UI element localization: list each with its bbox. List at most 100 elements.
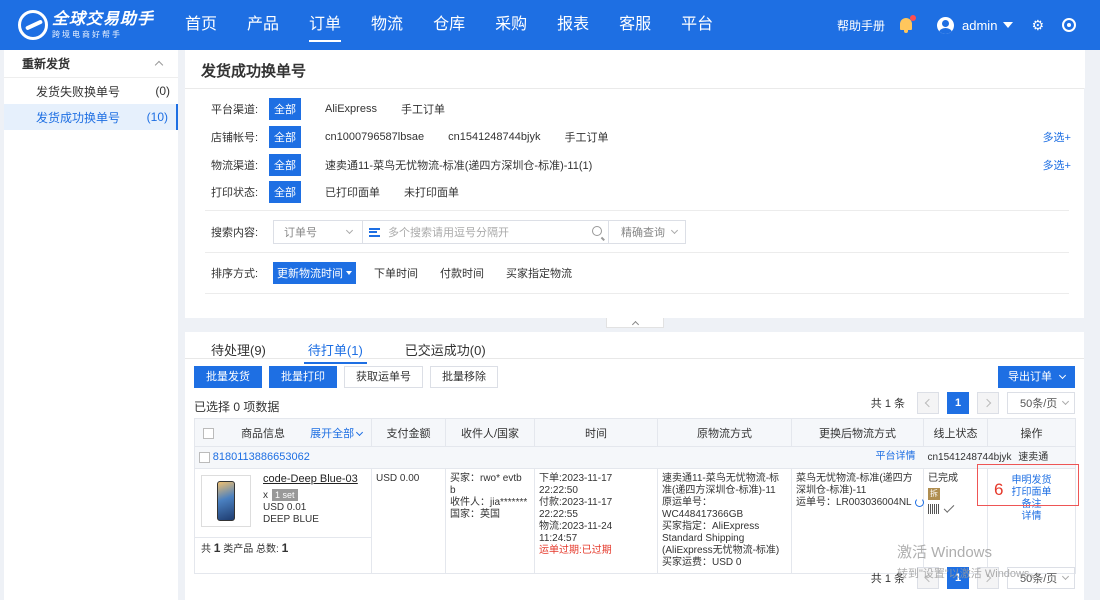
filter-chip-all[interactable]: 全部 <box>269 181 301 203</box>
filter-chip-logistics[interactable]: 速卖通11-菜鸟无忧物流-标准(递四方深圳仓-标准)-11(1) <box>325 157 592 173</box>
filter-chip-printed[interactable]: 已打印面单 <box>325 184 380 200</box>
refresh-icon[interactable] <box>914 497 924 507</box>
sidebar: 重新发货 发货失败换单号 (0) 发货成功换单号 (10) <box>4 50 178 600</box>
order-shop: cn1541248744bjyk <box>927 451 1012 463</box>
buyer-specified-logistics: 买家指定：AliExpress Standard Shipping (AliEx… <box>662 521 780 556</box>
export-orders-button[interactable]: 导出订单 <box>998 366 1075 388</box>
product-thumbnail[interactable] <box>201 475 251 527</box>
nav-customer-service[interactable]: 客服 <box>604 0 666 50</box>
search-type-select[interactable]: 订单号 <box>273 220 363 244</box>
filter-chip-manual[interactable]: 手工订单 <box>401 101 445 117</box>
search-type-value: 订单号 <box>284 227 317 239</box>
barcode-icon[interactable] <box>928 504 940 514</box>
divider <box>205 293 1069 294</box>
search-icon[interactable] <box>592 226 602 236</box>
product-price: USD 0.01 <box>263 502 307 513</box>
total-count: 共 1 条 <box>870 398 905 410</box>
get-tracking-button[interactable]: 获取运单号 <box>344 366 423 388</box>
filter-chip-shop-2[interactable]: cn1541248744bjyk <box>448 131 540 143</box>
detail-link[interactable]: 详情 <box>992 511 1071 523</box>
divider <box>205 210 1069 211</box>
filter-chip-not-printed[interactable]: 未打印面单 <box>404 184 459 200</box>
product-code-link[interactable]: code-Deep Blue-03 <box>263 473 358 485</box>
filter-row-platform: 平台渠道: 全部 AliExpress 手工订单 <box>211 98 1071 120</box>
table-header: 商品信息 展开全部 支付金额 收件人/国家 时间 原物流方式 更换后物流方式 线… <box>194 418 1076 447</box>
batch-ship-button[interactable]: 批量发货 <box>194 366 262 388</box>
nav-logistics[interactable]: 物流 <box>356 0 418 50</box>
batch-remove-button[interactable]: 批量移除 <box>430 366 498 388</box>
order-number-link[interactable]: 8180113886653062 <box>213 451 310 463</box>
bell-icon[interactable] <box>899 15 917 33</box>
qty-badge: 1 set <box>272 489 298 501</box>
nav-reports[interactable]: 报表 <box>542 0 604 50</box>
declare-ship-link[interactable]: 申明发货 <box>992 475 1071 487</box>
search-input[interactable]: 多个搜索请用逗号分隔开 <box>363 220 609 244</box>
match-mode-value: 精确查询 <box>621 227 665 239</box>
sort-order-time[interactable]: 下单时间 <box>374 265 418 281</box>
watermark-line-2: 转到"设置"以激活 Windows。 <box>897 568 1041 580</box>
nav-products[interactable]: 产品 <box>232 0 294 50</box>
filter-chip-all[interactable]: 全部 <box>269 98 301 120</box>
filter-chip-shop-1[interactable]: cn1000796587lbsae <box>325 131 424 143</box>
filter-row-print: 打印状态: 全部 已打印面单 未打印面单 <box>211 181 1071 203</box>
platform-detail-link[interactable]: 平台详情 <box>876 451 916 463</box>
filter-label: 物流渠道: <box>211 160 259 172</box>
sidebar-item-count: (10) <box>146 110 168 124</box>
new-tracking-no: 运单号：LR003036004NL <box>796 497 912 508</box>
sidebar-item-success-reship[interactable]: 发货成功换单号 (10) <box>4 104 178 130</box>
sort-update-time[interactable]: 更新物流时间 <box>273 262 356 284</box>
user-menu[interactable]: admin <box>937 16 1014 34</box>
amount-cell: USD 0.00 <box>371 468 446 574</box>
notification-dot <box>910 15 917 21</box>
filter-chip-manual[interactable]: 手工订单 <box>564 129 608 145</box>
help-manual-link[interactable]: 帮助手册 <box>837 17 885 34</box>
nav-purchase[interactable]: 采购 <box>480 0 542 50</box>
multi-select-link[interactable]: 多选+ <box>1043 129 1071 145</box>
filter-panel: 平台渠道: 全部 AliExpress 手工订单 店铺帐号: 全部 cn1000… <box>185 88 1084 318</box>
annotation-step-number: 6 <box>994 480 1004 499</box>
watermark-line-1: 激活 Windows <box>897 544 993 561</box>
current-page[interactable]: 1 <box>947 392 969 414</box>
filter-chip-all[interactable]: 全部 <box>269 126 301 148</box>
tracking-expired-warning: 运单过期:已过期 <box>539 545 612 556</box>
sort-buyer-logistics[interactable]: 买家指定物流 <box>506 265 572 281</box>
product-summary: 共 1 类产品 总数: 1 <box>195 537 371 556</box>
sidebar-group-reship[interactable]: 重新发货 <box>4 50 178 78</box>
chevron-up-icon <box>154 60 164 70</box>
filter-chip-aliexpress[interactable]: AliExpress <box>325 103 377 115</box>
nav-orders[interactable]: 订单 <box>294 0 356 50</box>
order-checkbox[interactable] <box>199 451 210 463</box>
sort-pay-time[interactable]: 付款时间 <box>440 265 484 281</box>
power-icon[interactable] <box>1062 18 1076 32</box>
col-time: 时间 <box>534 418 658 447</box>
expand-all-link[interactable]: 展开全部 <box>310 428 364 440</box>
page-size-select[interactable]: 50条/页 <box>1007 392 1075 414</box>
next-page-button[interactable] <box>977 392 999 414</box>
order-header-row: 8180113886653062 平台详情 cn1541248744bjyk 速… <box>194 446 1076 469</box>
tab-to-print[interactable]: 待打单(1) <box>303 340 367 364</box>
tab-shipped[interactable]: 已交运成功(0) <box>405 340 486 364</box>
filter-chip-all[interactable]: 全部 <box>269 154 301 176</box>
prev-page-button[interactable] <box>917 392 939 414</box>
remark-link[interactable]: 备注 <box>992 499 1071 511</box>
summary-prefix: 共 <box>201 544 211 555</box>
match-mode-select[interactable]: 精确查询 <box>609 220 686 244</box>
caret-down-icon <box>1003 22 1014 28</box>
nav-home[interactable]: 首页 <box>170 0 232 50</box>
nav-platform[interactable]: 平台 <box>666 0 728 50</box>
col-product-label: 商品信息 <box>241 427 286 440</box>
print-label-link[interactable]: 打印面单 <box>992 487 1071 499</box>
sidebar-item-label: 发货失败换单号 <box>36 84 121 99</box>
gear-icon[interactable]: ⚙ <box>1031 17 1044 34</box>
tab-pending[interactable]: 待处理(9) <box>211 340 266 364</box>
app-logo[interactable]: 全球交易助手 跨境电商好帮手 <box>18 10 158 40</box>
select-all-checkbox[interactable] <box>203 428 214 440</box>
chevron-down-icon <box>1058 371 1067 380</box>
orig-logistics-cell: 速卖通11-菜鸟无忧物流-标准(递四方深圳仓-标准)-11 原运单号：WC448… <box>657 468 792 574</box>
batch-print-button[interactable]: 批量打印 <box>269 366 337 388</box>
search-placeholder: 多个搜索请用逗号分隔开 <box>388 227 509 239</box>
sidebar-item-failed-reship[interactable]: 发货失败换单号 (0) <box>4 78 178 104</box>
multi-select-link[interactable]: 多选+ <box>1043 157 1071 173</box>
collapse-filter-toggle[interactable] <box>606 318 664 328</box>
nav-warehouse[interactable]: 仓库 <box>418 0 480 50</box>
